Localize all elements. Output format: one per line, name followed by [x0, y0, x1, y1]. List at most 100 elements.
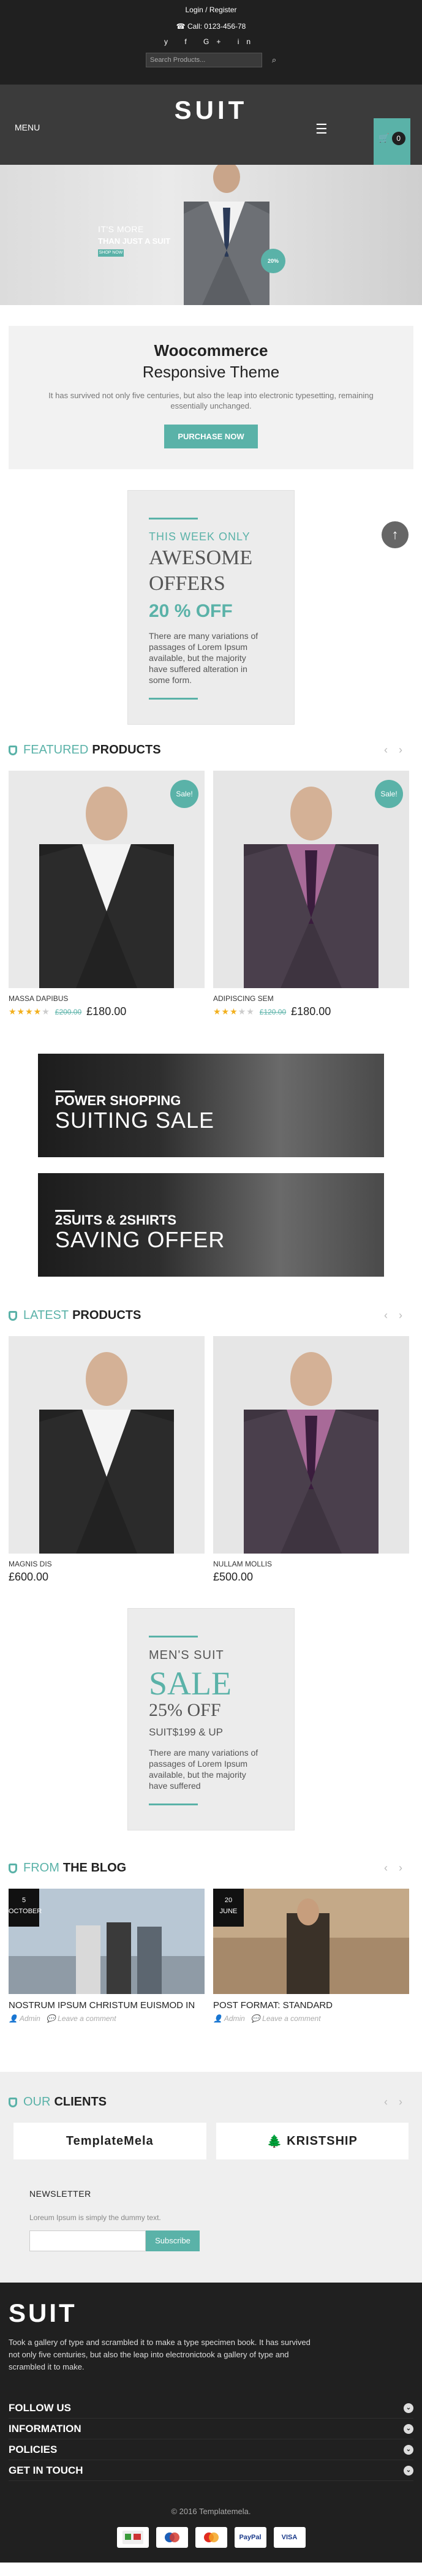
- hero-suit-image: [184, 165, 269, 305]
- shield-icon: [9, 2097, 17, 2107]
- site-footer: SUIT Took a gallery of type and scramble…: [0, 2283, 422, 2563]
- footer-logo[interactable]: SUIT: [9, 2298, 413, 2328]
- site-logo[interactable]: SUIT: [0, 96, 422, 125]
- shield-icon: [9, 1863, 17, 1873]
- googleplus-icon[interactable]: G+: [203, 37, 228, 46]
- offer-percent: 25% OFF: [149, 1700, 221, 1720]
- product-image[interactable]: Sale!: [9, 771, 205, 988]
- product-card[interactable]: Sale! ADIPISCING SEM ★★★★★ £120.00 £180.…: [213, 771, 409, 1018]
- facebook-icon[interactable]: f: [184, 37, 194, 46]
- post-day: 5: [21, 1897, 26, 1904]
- phone-text: Call: 0123-456-78: [187, 22, 246, 31]
- promo-banners: POWER SHOPPING SUITING SALE 2SUITS & 2SH…: [0, 1054, 422, 1277]
- footer-policies[interactable]: POLICIES ⌄: [9, 2439, 413, 2460]
- scroll-top-icon[interactable]: ↑: [382, 521, 409, 548]
- product-card[interactable]: MAGNIS DIS £600.00: [9, 1336, 205, 1584]
- offer-big-1: AWESOME: [149, 546, 253, 569]
- carousel-arrows[interactable]: ‹›: [384, 744, 413, 757]
- clients-heading: OUR CLIENTS ‹›: [9, 2095, 413, 2109]
- product-image[interactable]: Sale!: [213, 771, 409, 988]
- social-links: y f G+ in: [0, 37, 422, 46]
- purchase-now-button[interactable]: PURCHASE NOW: [164, 425, 258, 448]
- old-price: £200.00: [55, 1007, 82, 1016]
- product-image[interactable]: [9, 1336, 205, 1554]
- post-meta: 👤 Admin 💬 Leave a comment: [9, 2014, 116, 2023]
- cart-button[interactable]: 🛒 0: [374, 118, 410, 165]
- sale-badge: Sale!: [170, 780, 198, 808]
- post-comment-link[interactable]: Leave a comment: [262, 2014, 320, 2023]
- offer-big-2: OFFERS: [149, 572, 225, 595]
- saving-offer-banner[interactable]: 2SUITS & 2SHIRTS SAVING OFFER: [38, 1173, 384, 1277]
- price: £180.00: [291, 1005, 331, 1018]
- product-card[interactable]: NULLAM MOLLIS £500.00: [213, 1336, 409, 1584]
- client-logo-kristship[interactable]: 🌲 KRISTSHIP: [216, 2123, 409, 2159]
- footer-description: Took a gallery of type and scrambled it …: [9, 2338, 311, 2371]
- hero-discount-badge: 20%: [261, 249, 285, 273]
- client-logos: TemplateMela 🌲 KRISTSHIP: [13, 2123, 409, 2159]
- weekly-offer-box[interactable]: THIS WEEK ONLY AWESOME OFFERS 20 % OFF T…: [127, 490, 295, 725]
- newsletter-form: Subscribe: [29, 2230, 393, 2251]
- newsletter-email-input[interactable]: [29, 2230, 146, 2251]
- carousel-arrows[interactable]: ‹›: [384, 2096, 413, 2109]
- post-month: OCTOBER: [9, 1908, 42, 1915]
- product-name[interactable]: MAGNIS DIS: [9, 1560, 205, 1568]
- footer-information[interactable]: INFORMATION ⌄: [9, 2419, 413, 2439]
- top-bar: Login / Register ☎ Call: 0123-456-78 y f…: [0, 0, 422, 85]
- hamburger-icon[interactable]: ☰: [315, 121, 328, 137]
- footer-get-in-touch[interactable]: GET IN TOUCH ⌄: [9, 2460, 413, 2481]
- linkedin-icon[interactable]: in: [238, 37, 258, 46]
- carousel-arrows[interactable]: ‹›: [384, 1309, 413, 1322]
- tree-icon: 🌲: [266, 2134, 287, 2148]
- login-register-link[interactable]: Login / Register: [0, 6, 422, 14]
- cart-count: 0: [391, 132, 405, 145]
- hero-banner[interactable]: IT'S MORE THAN JUST A SUIT SHOP NOW 20%: [0, 165, 422, 305]
- intro-title: Woocommerce: [154, 341, 268, 360]
- search-icon[interactable]: ⌕: [272, 55, 276, 65]
- product-name[interactable]: MASSA DAPIBUS: [9, 994, 205, 1003]
- heading-accent: FROM: [23, 1861, 59, 1875]
- product-image[interactable]: [213, 1336, 409, 1554]
- subscribe-button[interactable]: Subscribe: [146, 2230, 200, 2251]
- chevron-down-icon: ⌄: [404, 2423, 413, 2434]
- intro-subtitle: Responsive Theme: [142, 363, 280, 381]
- footer-logo-text: SUIT: [9, 2298, 77, 2327]
- product-name[interactable]: ADIPISCING SEM: [213, 994, 409, 1003]
- divider: [149, 698, 198, 700]
- offer-big: SALE: [149, 1665, 232, 1702]
- banner-line1: POWER SHOPPING: [55, 1093, 181, 1108]
- blog-post[interactable]: 5 OCTOBER NOSTRUM IPSUM CHRISTUM EUISMOD …: [9, 1889, 205, 2023]
- copyright: © 2016 Templatemela.: [171, 2507, 251, 2516]
- footer-follow-us[interactable]: FOLLOW US ⌄: [9, 2398, 413, 2419]
- blog-posts: 5 OCTOBER NOSTRUM IPSUM CHRISTUM EUISMOD …: [9, 1889, 413, 2023]
- product-card[interactable]: Sale! MASSA DAPIBUS ★★★★★ £200.00 £180.0…: [9, 771, 205, 1018]
- cart-icon: 🛒: [379, 133, 390, 143]
- search-row: Search Products... ⌕: [0, 53, 422, 67]
- search-input[interactable]: Search Products...: [145, 53, 262, 67]
- jacket-plum-image: [213, 1336, 409, 1554]
- post-comment-link[interactable]: Leave a comment: [58, 2014, 116, 2023]
- carousel-arrows[interactable]: ‹›: [384, 1862, 413, 1875]
- post-title[interactable]: NOSTRUM IPSUM CHRISTUM EUISMOD IN: [9, 2000, 205, 2011]
- payment-methods: PayPal VISA: [9, 2527, 413, 2548]
- newsletter-title: NEWSLETTER: [29, 2189, 91, 2199]
- price-row: ★★★★★ £120.00 £180.00: [213, 1005, 409, 1018]
- post-image[interactable]: 20 JUNE: [213, 1889, 409, 1994]
- hero-shop-button[interactable]: SHOP NOW: [98, 249, 124, 257]
- post-title[interactable]: POST FORMAT: STANDARD: [213, 2000, 409, 2011]
- post-meta: 👤 Admin 💬 Leave a comment: [213, 2014, 321, 2023]
- newsletter-text: Loreum Ipsum is simply the dummy text.: [29, 2213, 161, 2222]
- youtube-icon[interactable]: y: [164, 37, 175, 46]
- client-logo-templatemela[interactable]: TemplateMela: [13, 2123, 206, 2159]
- product-name[interactable]: NULLAM MOLLIS: [213, 1560, 409, 1568]
- divider: [55, 1210, 75, 1212]
- post-author[interactable]: Admin: [224, 2014, 245, 2023]
- post-author[interactable]: Admin: [20, 2014, 40, 2023]
- sale-offer-box[interactable]: MEN'S SUIT SALE 25% OFF SUIT$199 & UP Th…: [127, 1608, 295, 1830]
- chevron-down-icon: ⌄: [404, 2403, 413, 2413]
- post-image[interactable]: 5 OCTOBER: [9, 1889, 205, 1994]
- jacket-black-image: [9, 1336, 205, 1554]
- blog-heading: FROM THE BLOG ‹›: [9, 1861, 413, 1875]
- offer-percent: 20 % OFF: [149, 601, 233, 621]
- power-shopping-banner[interactable]: POWER SHOPPING SUITING SALE: [38, 1054, 384, 1157]
- blog-post[interactable]: 20 JUNE POST FORMAT: STANDARD 👤 Admin 💬 L…: [213, 1889, 409, 2023]
